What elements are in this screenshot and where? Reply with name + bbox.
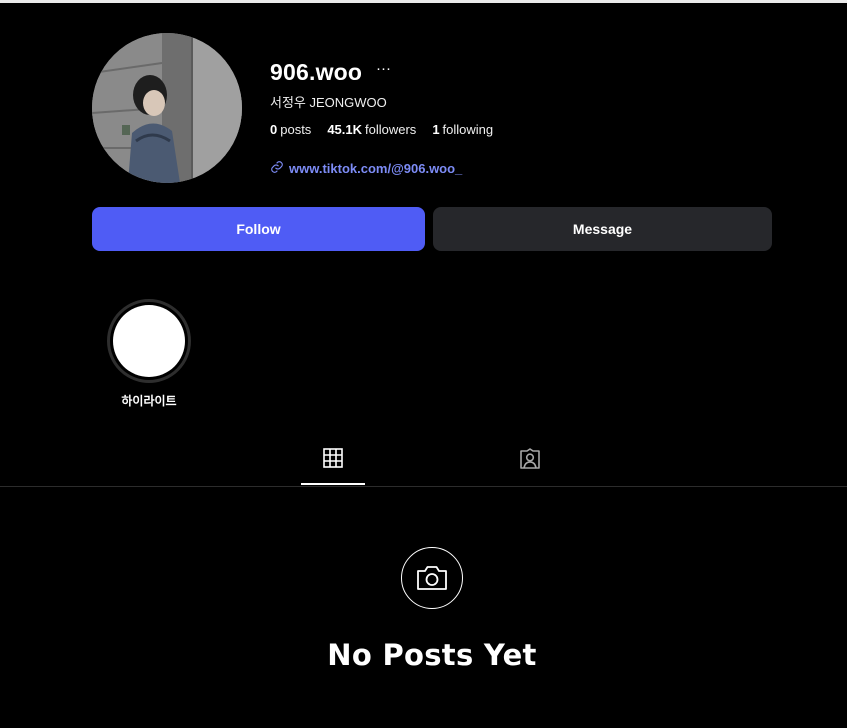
followers-stat[interactable]: 45.1K followers [327,122,416,137]
highlight-item[interactable] [107,299,191,383]
following-stat[interactable]: 1 following [432,122,493,137]
link-icon [270,160,284,177]
top-border [0,0,847,3]
tab-tagged[interactable] [498,447,562,485]
profile-link[interactable]: www.tiktok.com/@906.woo_ [270,160,462,177]
avatar-photo [92,33,242,183]
highlight-cover [113,305,185,377]
avatar[interactable] [92,33,242,183]
posts-label: posts [280,122,312,137]
profile-full-name: 서정우 JEONGWOO [270,95,387,110]
highlight-label: 하이라이트 [121,394,177,408]
profile-username: 906.woo [270,59,363,85]
grid-icon [322,447,344,474]
tabs-divider [0,486,847,487]
empty-state-title: No Posts Yet [327,638,537,672]
tab-posts[interactable] [301,447,365,485]
message-button[interactable]: Message [433,207,772,251]
tagged-user-icon [518,447,542,476]
more-options-icon[interactable]: ··· [376,60,391,77]
profile-stats: 0 posts 45.1K followers 1 following [270,122,493,137]
follow-button[interactable]: Follow [92,207,425,251]
profile-link-text: www.tiktok.com/@906.woo_ [289,161,463,176]
followers-count: 45.1K [327,122,363,137]
camera-icon [401,547,463,609]
active-tab-indicator [301,483,365,485]
following-count: 1 [432,122,440,137]
posts-stat: 0 posts [270,122,311,137]
posts-count: 0 [270,122,278,137]
following-label: following [442,122,494,137]
followers-label: followers [365,122,417,137]
